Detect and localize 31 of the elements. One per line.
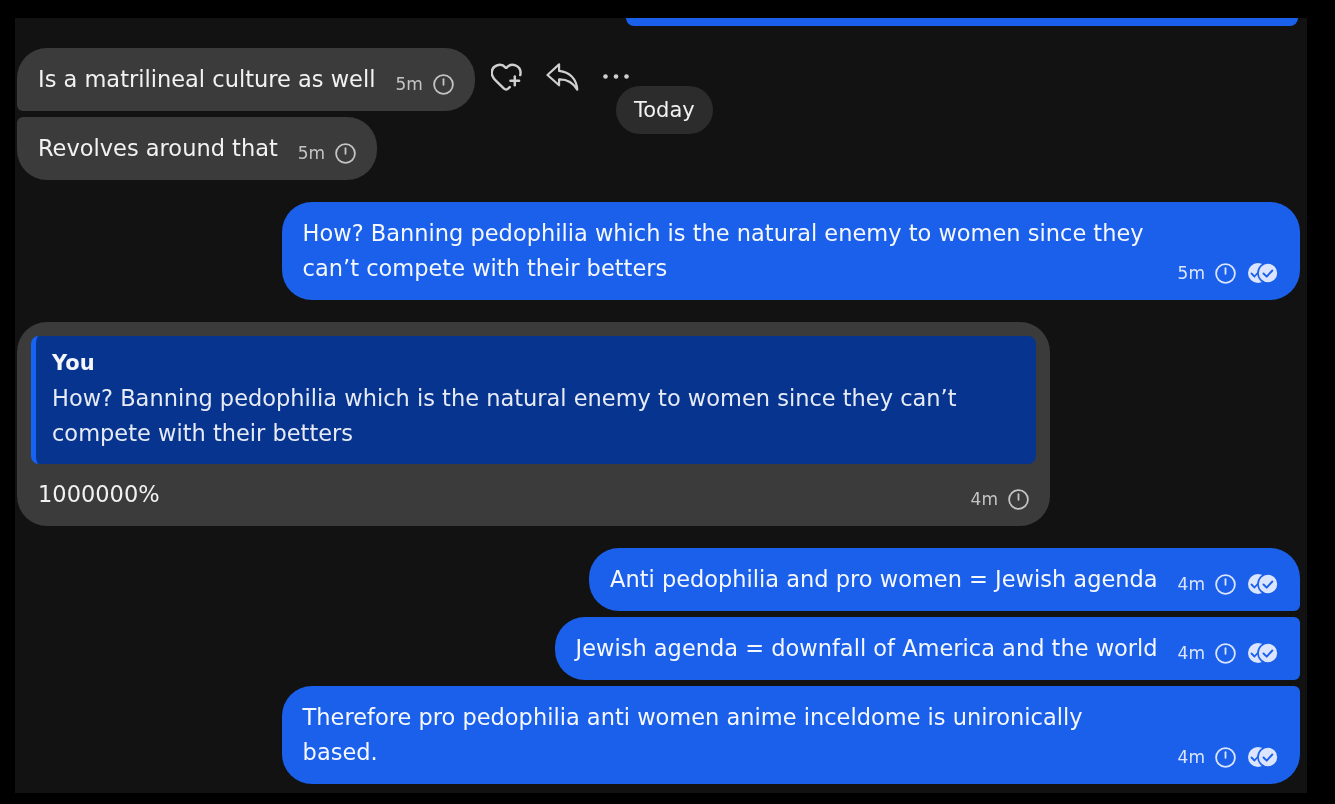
message-text: Therefore pro pedophilia anti women anime inceldome is unironically based.: [302, 703, 1084, 767]
timer-icon: [1215, 573, 1236, 595]
ellipsis-icon: [602, 74, 629, 79]
reply-button[interactable]: [545, 62, 579, 91]
reply-arrow-icon: [545, 62, 579, 91]
message-time: 4m: [1177, 573, 1205, 595]
message-time: 5m: [395, 73, 423, 95]
quote-text: How? Banning pedophilia which is the natural enemy to women since they can’t compete with their betters: [52, 384, 958, 448]
timer-icon: [1215, 642, 1236, 664]
quoted-message[interactable]: You How? Banning pedophilia which is the natural enemy to women since they can’t compete with their betters: [31, 336, 1036, 464]
message-text: Jewish agenda = downfall of America and the world: [575, 634, 1158, 663]
more-button[interactable]: [602, 74, 629, 79]
message-text: How? Banning pedophilia which is the natural enemy to women since they can’t compete with their betters: [302, 219, 1145, 283]
timer-icon: [1215, 262, 1236, 284]
message-time: 5m: [1177, 262, 1205, 284]
message-text: Revolves around that: [38, 134, 278, 163]
message-text: 1000000%: [38, 480, 160, 509]
quote-author: You: [52, 350, 96, 377]
message-time: 4m: [1177, 746, 1205, 768]
timer-icon: [432, 73, 454, 95]
message-text: Is a matrilineal culture as well: [38, 65, 376, 94]
message-time: 4m: [1177, 642, 1205, 664]
message-time: 5m: [297, 142, 326, 164]
date-badge: Today: [616, 86, 713, 134]
add-reaction-button[interactable]: [490, 62, 522, 91]
timer-icon: [1008, 488, 1029, 510]
message-text: Anti pedophilia and pro women = Jewish agenda: [610, 565, 1158, 594]
message-time: 4m: [970, 488, 998, 510]
timer-icon: [335, 142, 357, 164]
heart-plus-icon: [490, 62, 522, 91]
timer-icon: [1215, 746, 1236, 768]
